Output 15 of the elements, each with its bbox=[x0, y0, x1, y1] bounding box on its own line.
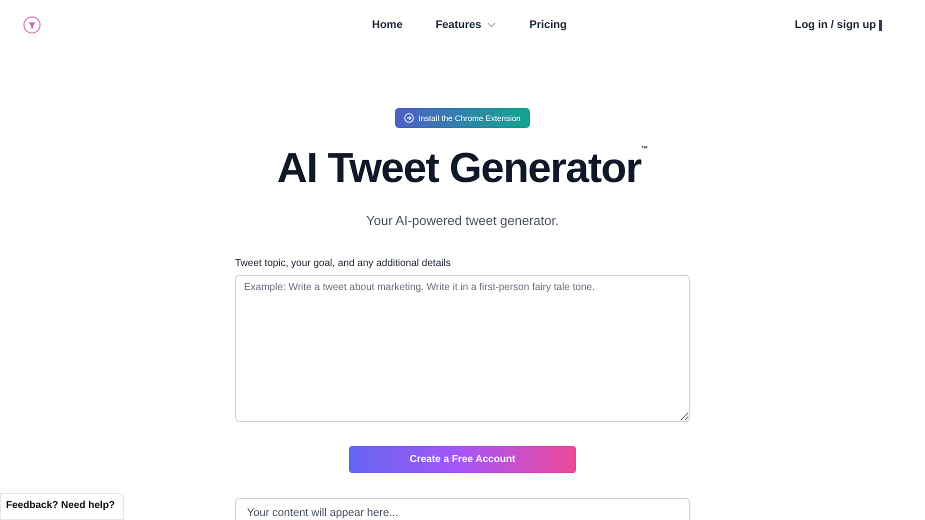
logo-icon[interactable] bbox=[23, 16, 41, 34]
feedback-button[interactable]: Feedback? Need help? bbox=[0, 493, 124, 520]
page-title: AI Tweet Generator bbox=[277, 143, 641, 193]
arrow-circle-icon bbox=[404, 113, 414, 123]
create-account-button[interactable]: Create a Free Account bbox=[349, 446, 576, 473]
nav-link[interactable]: Pricing bbox=[529, 19, 567, 31]
login-link[interactable]: Log in / sign up bbox=[794, 19, 876, 31]
topic-input-field[interactable]: Example: Write a tweet about marketing. Write it in a first-person fairy tale tone. bbox=[235, 275, 690, 422]
nav-link[interactable]: Home bbox=[372, 19, 403, 31]
bar-icon bbox=[879, 20, 882, 30]
field-label: Tweet topic, your goal, and any additional details bbox=[235, 258, 452, 269]
page-subtitle: Your AI-powered tweet generator. bbox=[366, 213, 559, 228]
chrome-extension-button[interactable]: Install the Chrome Extension bbox=[395, 108, 530, 128]
nav-link[interactable]: Features bbox=[436, 19, 496, 31]
output-box: Your content will appear here... bbox=[235, 498, 690, 520]
